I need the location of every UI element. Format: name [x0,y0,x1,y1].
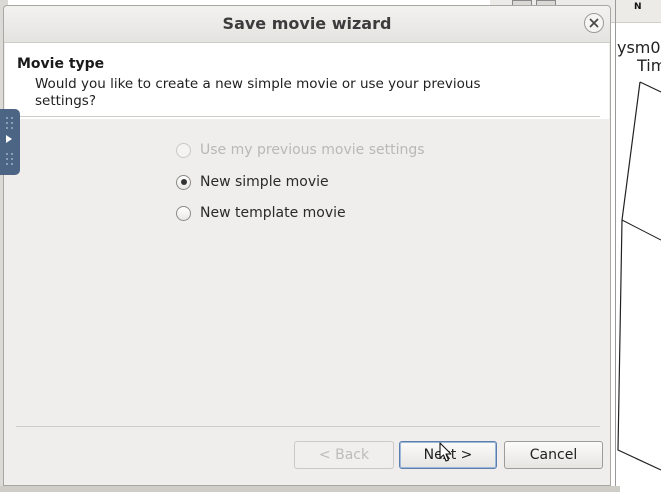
expand-arrow-icon [6,135,12,143]
dialog-title: Save movie wizard [222,14,392,33]
option-label[interactable]: New simple movie [200,174,329,190]
wizard-page-header: Movie type Would you like to create a ne… [5,43,609,119]
page-title: Movie type [17,56,105,72]
option-previous-settings: Use my previous movie settings [176,140,425,160]
page-description: Would you like to create a new simple mo… [35,76,481,109]
grip-dots-icon [6,117,13,129]
radio-previous-settings [176,142,191,158]
compass-north-label: N [634,2,642,12]
radio-new-template-movie[interactable] [176,205,191,221]
option-new-simple-movie[interactable]: New simple movie [176,172,329,192]
close-button[interactable] [584,13,604,33]
footer-separator [16,426,600,427]
side-panel-handle[interactable] [0,109,20,175]
grip-dots-icon [6,153,13,165]
save-movie-wizard-dialog: Save movie wizard Movie type Would you l… [3,5,611,486]
viewer-text-line1: ysm00 [617,38,661,57]
option-new-template-movie[interactable]: New template movie [176,203,346,223]
radio-new-simple-movie[interactable] [176,174,191,190]
cancel-button[interactable]: Cancel [504,441,603,469]
option-label: Use my previous movie settings [200,142,425,158]
mouse-pointer-icon [439,442,452,462]
option-label[interactable]: New template movie [200,205,346,221]
background-statusbar [0,486,620,492]
dialog-titlebar[interactable]: Save movie wizard [4,6,610,43]
close-icon [589,18,599,28]
wireframe-model-icon [617,81,661,471]
back-button: < Back [294,441,394,469]
header-separator [16,116,600,117]
